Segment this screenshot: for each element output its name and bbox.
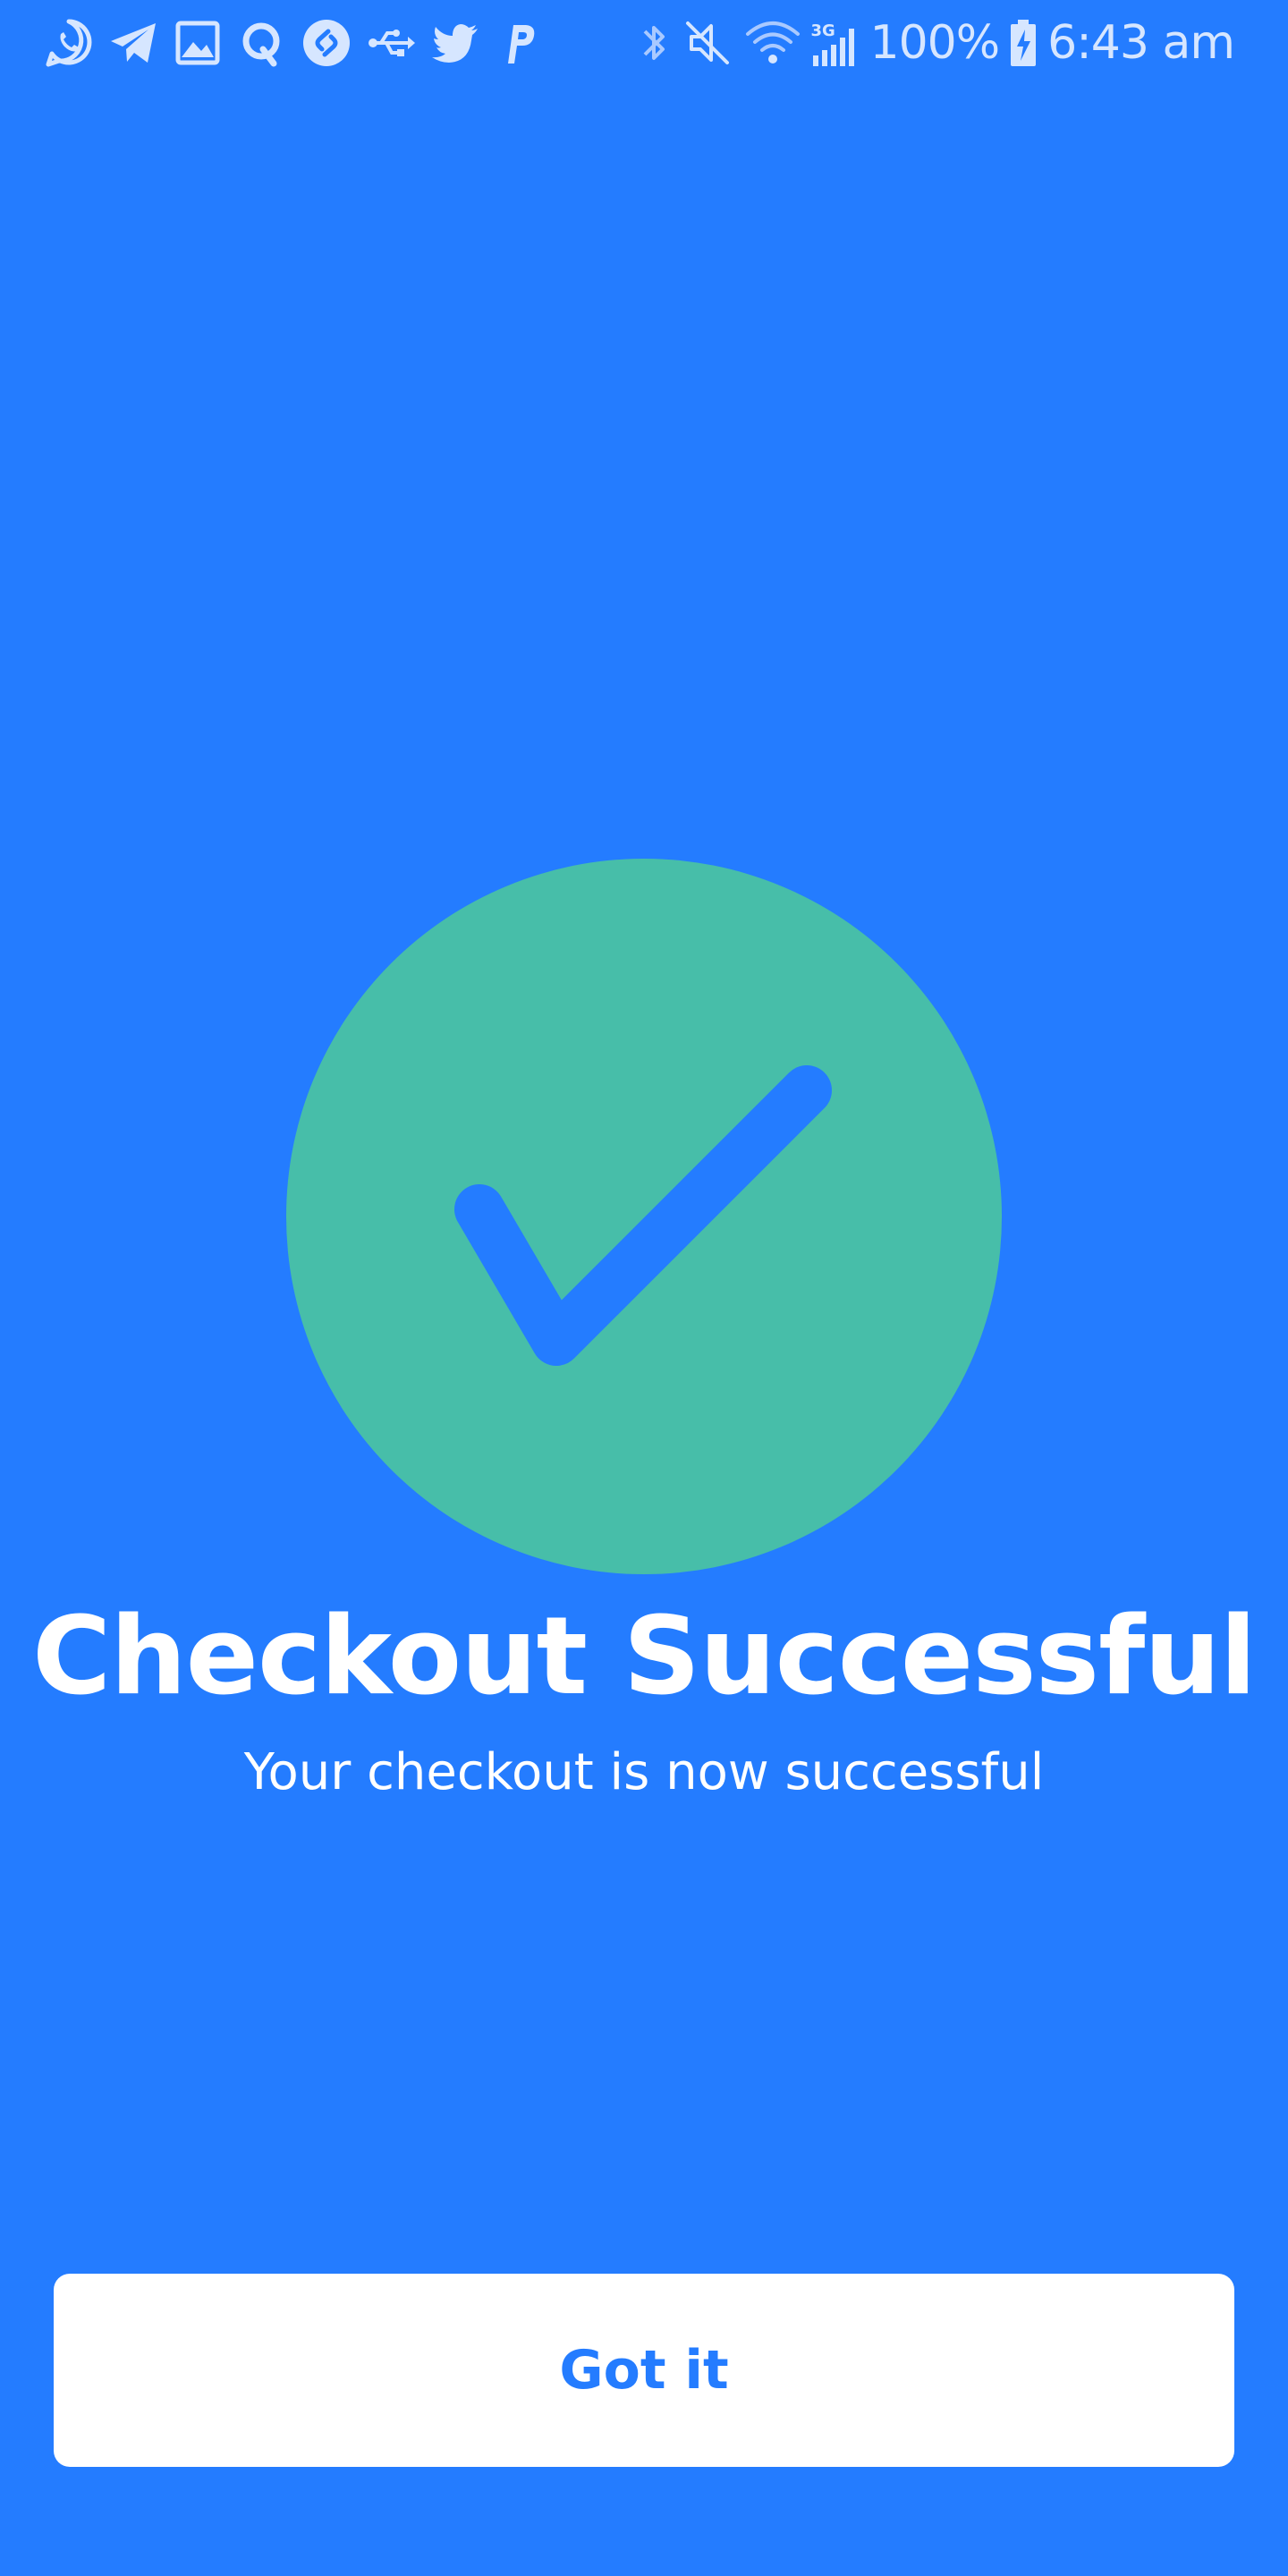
- paypal-icon: [508, 25, 535, 64]
- page-subtitle: Your checkout is now successful: [243, 1743, 1045, 1801]
- page-title: Checkout Successful: [32, 1595, 1257, 1719]
- notification-icons: [43, 16, 546, 70]
- battery-percentage: 100%: [869, 16, 1001, 70]
- checkout-success-screen: 3G 100% 6:43 am Checkout Successful Your…: [0, 0, 1288, 2576]
- status-bar: 3G 100% 6:43 am: [0, 0, 1288, 86]
- shazam-icon: [303, 20, 350, 66]
- checkmark-circle-icon: [286, 859, 1002, 1574]
- quora-icon: [242, 22, 280, 67]
- cellular-signal-icon: [812, 29, 854, 66]
- twitter-icon: [432, 24, 478, 63]
- mute-icon: [685, 21, 729, 64]
- whatsapp-icon: [46, 19, 92, 67]
- bluetooth-icon: [643, 26, 665, 60]
- got-it-button[interactable]: Got it: [54, 2274, 1234, 2467]
- image-icon: [175, 21, 220, 65]
- checkmark-icon: [286, 859, 1002, 1574]
- wifi-icon: [745, 21, 800, 64]
- cellular-signal: 3G: [811, 16, 861, 70]
- clock: 6:43 am: [1047, 16, 1235, 70]
- battery-charging-icon: [1011, 20, 1037, 66]
- telegram-icon: [111, 23, 156, 63]
- system-status: 3G 100% 6:43 am: [636, 13, 1235, 73]
- usb-icon: [369, 30, 415, 56]
